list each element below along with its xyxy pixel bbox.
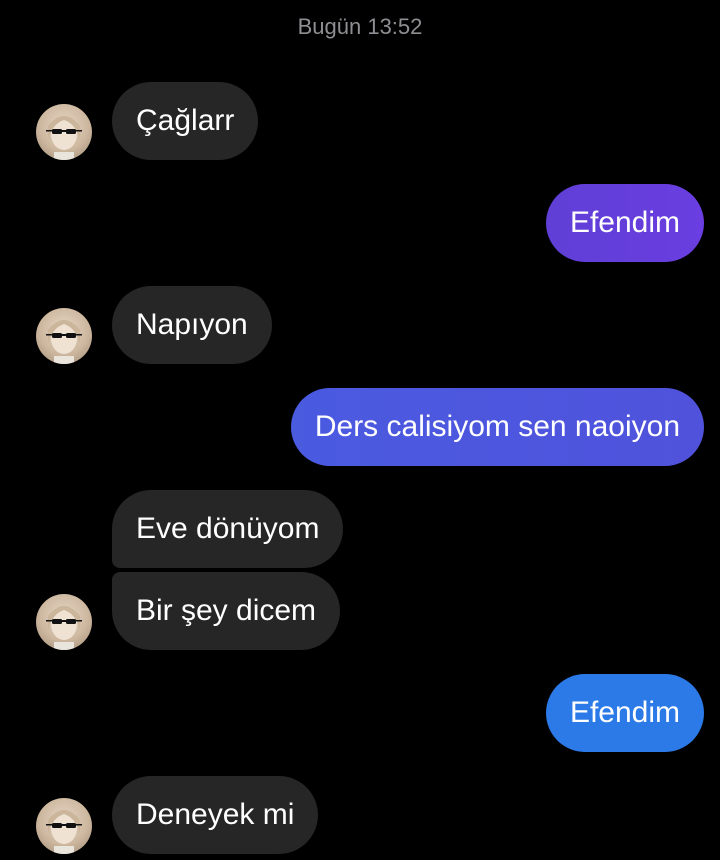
sunglasses-icon (46, 606, 82, 650)
message-incoming[interactable]: Deneyek mi (112, 776, 319, 854)
message-incoming[interactable]: Bir şey dicem (112, 572, 341, 650)
sunglasses-icon (46, 116, 82, 160)
contact-avatar[interactable] (36, 594, 92, 650)
sunglasses-icon (46, 320, 82, 364)
contact-avatar[interactable] (36, 308, 92, 364)
sunglasses-icon (46, 810, 82, 854)
contact-avatar[interactable] (36, 104, 92, 160)
message-incoming[interactable]: Çağlarr (112, 82, 259, 160)
message-outgoing[interactable]: Ders calisiyom sen naoiyon (290, 388, 704, 466)
contact-avatar[interactable] (36, 798, 92, 854)
message-outgoing[interactable]: Efendim (545, 184, 704, 262)
message-incoming[interactable]: Eve dönüyom (112, 490, 344, 568)
chat-timestamp: Bugün 13:52 (297, 14, 423, 39)
message-outgoing[interactable]: Efendim (545, 674, 704, 752)
message-incoming[interactable]: Napıyon (112, 286, 272, 364)
